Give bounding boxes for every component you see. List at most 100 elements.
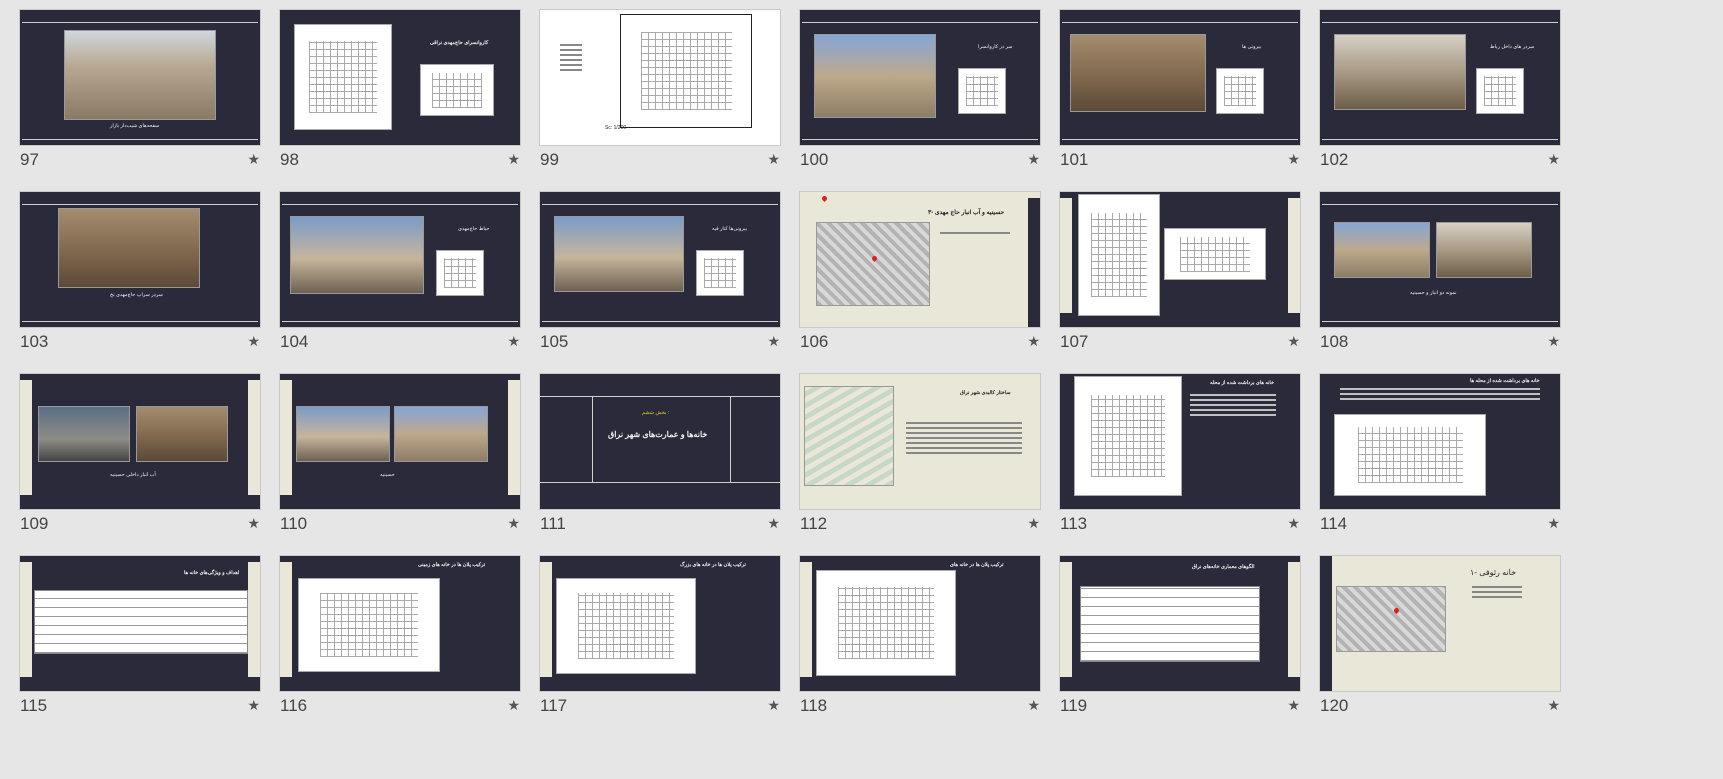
slide-number: 100 bbox=[800, 150, 829, 169]
slide-thumbnail[interactable]: نمونه دو انبار و حسینیه 108 ★ bbox=[1320, 192, 1560, 364]
star-icon[interactable]: ★ bbox=[1287, 697, 1300, 714]
slide-thumbnail[interactable]: آب انبار داخلی حسینیه 109 ★ bbox=[20, 374, 260, 546]
slide-thumbnail[interactable]: ساختار کالبدی شهر نراق 112 ★ bbox=[800, 374, 1040, 546]
slide-thumbnail[interactable]: اهداف و ویژگی‌های خانه ها 115 ★ bbox=[20, 556, 260, 728]
star-icon[interactable]: ★ bbox=[1547, 515, 1560, 532]
slide-thumbnail[interactable]: ۱- خانه رئوفی 120 ★ bbox=[1320, 556, 1560, 728]
side-bar bbox=[1320, 556, 1332, 691]
slide-preview[interactable]: ترکیب پلان ها در خانه های زمینی bbox=[280, 556, 520, 691]
slide-thumbnail[interactable]: Sc: 1/200 99 ★ bbox=[540, 10, 780, 182]
slide-thumbnail[interactable]: بخش ششم : خانه‌ها و عمارت‌های شهر نراق 1… bbox=[540, 374, 780, 546]
slide-photo bbox=[290, 216, 424, 294]
slide-title: بیرونی‌ها کنار قیه bbox=[712, 226, 747, 232]
slide-thumbnail[interactable]: سردر های داخل رباط 102 ★ bbox=[1320, 10, 1560, 182]
slide-preview[interactable]: ترکیب پلان ها در خانه های bbox=[800, 556, 1040, 691]
slide-preview[interactable]: بیرونی ها bbox=[1060, 10, 1300, 145]
star-icon[interactable]: ★ bbox=[1287, 151, 1300, 168]
body-text bbox=[1190, 394, 1276, 419]
star-icon[interactable]: ★ bbox=[247, 333, 260, 350]
star-icon[interactable]: ★ bbox=[1547, 333, 1560, 350]
patterns-table bbox=[1080, 586, 1260, 662]
slide-preview[interactable]: حیاط حاج‌مهدی bbox=[280, 192, 520, 327]
slide-thumbnail[interactable]: ترکیب پلان ها در خانه های بزرگ 117 ★ bbox=[540, 556, 780, 728]
slide-preview[interactable]: آب انبار داخلی حسینیه bbox=[20, 374, 260, 509]
slide-photo bbox=[296, 406, 390, 462]
star-icon[interactable]: ★ bbox=[247, 697, 260, 714]
slide-thumbnail[interactable]: بیرونی‌ها کنار قیه 105 ★ bbox=[540, 192, 780, 364]
star-icon[interactable]: ★ bbox=[1027, 333, 1040, 350]
slide-preview[interactable]: الگوهای معماری خانه‌های نراق bbox=[1060, 556, 1300, 691]
slide-thumbnail[interactable]: سر در کاروانسرا 100 ★ bbox=[800, 10, 1040, 182]
slide-preview[interactable]: اهداف و ویژگی‌های خانه ها bbox=[20, 556, 260, 691]
slide-preview[interactable]: خانه های برداشت شده از محله ها bbox=[1320, 374, 1560, 509]
slide-thumbnail[interactable]: حیاط حاج‌مهدی 104 ★ bbox=[280, 192, 520, 364]
slide-caption: سردر سراپ حاج‌مهدی نخ bbox=[110, 292, 163, 298]
slide-thumbnail[interactable]: الگوهای معماری خانه‌های نراق 119 ★ bbox=[1060, 556, 1300, 728]
slide-preview[interactable]: سفحه‌های شیب‌دار بازار bbox=[20, 10, 260, 145]
slide-number: 110 bbox=[280, 514, 308, 533]
slide-preview[interactable]: ساختار کالبدی شهر نراق bbox=[800, 374, 1040, 509]
slide-preview[interactable] bbox=[1060, 192, 1300, 327]
slide-preview[interactable]: ترکیب پلان ها در خانه های بزرگ bbox=[540, 556, 780, 691]
slide-thumbnail[interactable]: سفحه‌های شیب‌دار بازار 97 ★ bbox=[20, 10, 260, 182]
slide-number: 101 bbox=[1060, 150, 1089, 169]
slide-preview[interactable]: ۱- خانه رئوفی bbox=[1320, 556, 1560, 691]
slide-number: 105 bbox=[540, 332, 569, 351]
slide-title: کاروانسرای حاج‌مهدی نراقی bbox=[430, 40, 489, 46]
slide-number: 114 bbox=[1320, 514, 1348, 533]
slide-thumbnail[interactable]: ۳- حسینیه و آب انبار حاج مهدی 106 ★ bbox=[800, 192, 1040, 364]
star-icon[interactable]: ★ bbox=[1287, 515, 1300, 532]
star-icon[interactable]: ★ bbox=[247, 151, 260, 168]
star-icon[interactable]: ★ bbox=[507, 151, 520, 168]
slide-thumbnail[interactable]: ترکیب پلان ها در خانه های زمینی 116 ★ bbox=[280, 556, 520, 728]
slide-number: 116 bbox=[280, 696, 308, 715]
slide-preview[interactable]: سر در کاروانسرا bbox=[800, 10, 1040, 145]
star-icon[interactable]: ★ bbox=[247, 515, 260, 532]
slide-preview[interactable]: Sc: 1/200 bbox=[540, 10, 780, 145]
slide-preview[interactable]: خانه های برداشت شده از محله bbox=[1060, 374, 1300, 509]
star-icon[interactable]: ★ bbox=[507, 333, 520, 350]
slide-thumbnail[interactable]: خانه های برداشت شده از محله ها 114 ★ bbox=[1320, 374, 1560, 546]
slide-title: الگوهای معماری خانه‌های نراق bbox=[1192, 564, 1255, 570]
slide-number: 119 bbox=[1060, 696, 1088, 715]
slide-preview[interactable]: نمونه دو انبار و حسینیه bbox=[1320, 192, 1560, 327]
slide-thumbnail[interactable]: 107 ★ bbox=[1060, 192, 1300, 364]
slide-preview[interactable]: سردر سراپ حاج‌مهدی نخ bbox=[20, 192, 260, 327]
slide-thumbnail[interactable]: بیرونی ها 101 ★ bbox=[1060, 10, 1300, 182]
star-icon[interactable]: ★ bbox=[1027, 515, 1040, 532]
slide-thumbnail[interactable]: کاروانسرای حاج‌مهدی نراقی 98 ★ bbox=[280, 10, 520, 182]
scale-label: Sc: 1/200 bbox=[605, 125, 627, 131]
star-icon[interactable]: ★ bbox=[767, 515, 780, 532]
slide-preview[interactable]: بخش ششم : خانه‌ها و عمارت‌های شهر نراق bbox=[540, 374, 780, 509]
slide-preview[interactable]: بیرونی‌ها کنار قیه bbox=[540, 192, 780, 327]
slide-preview[interactable]: ۳- حسینیه و آب انبار حاج مهدی bbox=[800, 192, 1040, 327]
slide-thumbnail[interactable]: خانه های برداشت شده از محله 113 ★ bbox=[1060, 374, 1300, 546]
slide-title: اهداف و ویژگی‌های خانه ها bbox=[184, 570, 240, 576]
data-table bbox=[34, 590, 248, 654]
slide-photo bbox=[1334, 222, 1430, 278]
star-icon[interactable]: ★ bbox=[1547, 151, 1560, 168]
slide-thumbnail[interactable]: ترکیب پلان ها در خانه های 118 ★ bbox=[800, 556, 1040, 728]
house-plans bbox=[816, 570, 956, 676]
slide-number: 99 bbox=[540, 150, 559, 169]
star-icon[interactable]: ★ bbox=[507, 515, 520, 532]
slide-preview[interactable]: حسینیه bbox=[280, 374, 520, 509]
slide-number: 104 bbox=[280, 332, 309, 351]
slide-preview[interactable]: کاروانسرای حاج‌مهدی نراقی bbox=[280, 10, 520, 145]
map-pin-icon bbox=[820, 194, 829, 203]
slide-thumbnail[interactable]: حسینیه 110 ★ bbox=[280, 374, 520, 546]
slide-number: 109 bbox=[20, 514, 49, 533]
slide-preview[interactable]: سردر های داخل رباط bbox=[1320, 10, 1560, 145]
star-icon[interactable]: ★ bbox=[1287, 333, 1300, 350]
star-icon[interactable]: ★ bbox=[1547, 697, 1560, 714]
star-icon[interactable]: ★ bbox=[767, 151, 780, 168]
star-icon[interactable]: ★ bbox=[1027, 697, 1040, 714]
slide-photo bbox=[58, 208, 200, 288]
slide-number: 117 bbox=[540, 696, 568, 715]
slide-title: ترکیب پلان ها در خانه های زمینی bbox=[418, 562, 486, 568]
star-icon[interactable]: ★ bbox=[767, 333, 780, 350]
star-icon[interactable]: ★ bbox=[767, 697, 780, 714]
star-icon[interactable]: ★ bbox=[507, 697, 520, 714]
slide-thumbnail[interactable]: سردر سراپ حاج‌مهدی نخ 103 ★ bbox=[20, 192, 260, 364]
star-icon[interactable]: ★ bbox=[1027, 151, 1040, 168]
